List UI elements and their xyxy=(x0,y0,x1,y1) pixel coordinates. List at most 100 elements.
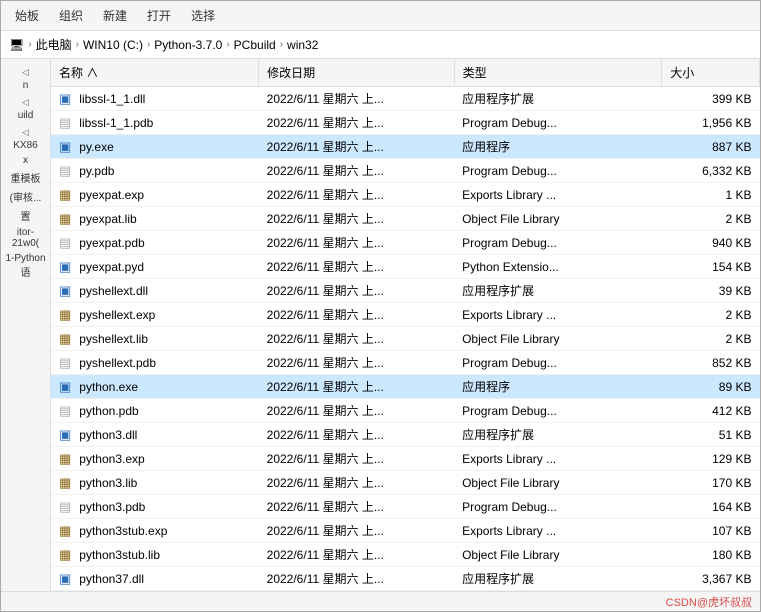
table-row[interactable]: ▦pyexpat.lib 2022/6/11 星期六 上... Object F… xyxy=(51,207,760,231)
file-name: py.pdb xyxy=(79,164,114,178)
file-size-cell: 107 KB xyxy=(662,519,760,543)
file-name: python3stub.lib xyxy=(79,548,160,562)
file-name-cell: ▣python3.dll xyxy=(51,423,259,447)
file-type-cell: Python Extensio... xyxy=(454,255,662,279)
file-type-icon: ▣ xyxy=(59,571,71,587)
file-explorer-window: 始板 组织 新建 打开 选择 🖥 › 此电脑 › WIN10 (C:) › Py… xyxy=(0,0,761,612)
file-list-container[interactable]: 名称 ∧ 修改日期 类型 大小 ▣libssl-1_1.dll 2022/6/1… xyxy=(51,59,760,591)
col-header-date[interactable]: 修改日期 xyxy=(259,59,454,87)
table-row[interactable]: ▦python3.lib 2022/6/11 星期六 上... Object F… xyxy=(51,471,760,495)
table-row[interactable]: ▤python3.pdb 2022/6/11 星期六 上... Program … xyxy=(51,495,760,519)
table-row[interactable]: ▣libssl-1_1.dll 2022/6/11 星期六 上... 应用程序扩… xyxy=(51,87,760,111)
file-icon-wrapper: ▤py.pdb xyxy=(59,163,114,179)
sidebar-item-6[interactable]: 置 xyxy=(1,206,50,225)
file-date-cell: 2022/6/11 星期六 上... xyxy=(259,303,454,327)
table-row[interactable]: ▤pyshellext.pdb 2022/6/11 星期六 上... Progr… xyxy=(51,351,760,375)
col-header-type[interactable]: 类型 xyxy=(454,59,662,87)
file-size-cell: 180 KB xyxy=(662,543,760,567)
content-area: ◁ n ◁ uild ◁ KX86 x 重模板 (审核... 置 xyxy=(1,59,760,591)
file-icon-wrapper: ▣libssl-1_1.dll xyxy=(59,91,145,107)
file-type-icon: ▣ xyxy=(59,379,71,395)
file-name: pyshellext.exp xyxy=(79,308,155,322)
file-type-cell: 应用程序扩展 xyxy=(454,567,662,591)
sidebar-arrow-0: ◁ xyxy=(5,65,46,80)
table-row[interactable]: ▣python.exe 2022/6/11 星期六 上... 应用程序 89 K… xyxy=(51,375,760,399)
file-date-cell: 2022/6/11 星期六 上... xyxy=(259,111,454,135)
file-type-cell: Program Debug... xyxy=(454,111,662,135)
file-name: pyshellext.pdb xyxy=(79,356,156,370)
table-row[interactable]: ▣py.exe 2022/6/11 星期六 上... 应用程序 887 KB xyxy=(51,135,760,159)
table-row[interactable]: ▣pyexpat.pyd 2022/6/11 星期六 上... Python E… xyxy=(51,255,760,279)
table-row[interactable]: ▦python3stub.lib 2022/6/11 星期六 上... Obje… xyxy=(51,543,760,567)
file-name: pyshellext.dll xyxy=(79,284,148,298)
file-icon-wrapper: ▣pyshellext.dll xyxy=(59,283,148,299)
table-row[interactable]: ▣pyshellext.dll 2022/6/11 星期六 上... 应用程序扩… xyxy=(51,279,760,303)
file-name: pyexpat.lib xyxy=(79,212,136,226)
file-type-icon: ▣ xyxy=(59,259,71,275)
sidebar-item-0[interactable]: ◁ n xyxy=(1,63,50,93)
file-date-cell: 2022/6/11 星期六 上... xyxy=(259,327,454,351)
sidebar-item-5[interactable]: (审核... xyxy=(1,187,50,206)
file-type-icon: ▤ xyxy=(59,355,71,371)
file-type-icon: ▤ xyxy=(59,499,71,515)
file-size-cell: 1 KB xyxy=(662,183,760,207)
file-icon-wrapper: ▤ python.pdb xyxy=(59,403,139,419)
file-size-cell: 1,956 KB xyxy=(662,111,760,135)
table-row[interactable]: ▦python3.exp 2022/6/11 星期六 上... Exports … xyxy=(51,447,760,471)
file-size-cell: 164 KB xyxy=(662,495,760,519)
toolbar-btn-organize[interactable]: 组织 xyxy=(53,5,89,26)
file-date-cell: 2022/6/11 星期六 上... xyxy=(259,351,454,375)
table-row[interactable]: ▣python3.dll 2022/6/11 星期六 上... 应用程序扩展 5… xyxy=(51,423,760,447)
table-row[interactable]: ▦pyshellext.exp 2022/6/11 星期六 上... Expor… xyxy=(51,303,760,327)
table-row[interactable]: ▤py.pdb 2022/6/11 星期六 上... Program Debug… xyxy=(51,159,760,183)
sidebar-item-8[interactable]: 1-Python语 xyxy=(1,251,50,281)
file-type-cell: Exports Library ... xyxy=(454,183,662,207)
file-size-cell: 6,332 KB xyxy=(662,159,760,183)
toolbar-btn-open[interactable]: 打开 xyxy=(141,5,177,26)
file-type-icon: ▦ xyxy=(59,523,71,539)
file-size-cell: 2 KB xyxy=(662,207,760,231)
col-header-size[interactable]: 大小 xyxy=(662,59,760,87)
table-row[interactable]: ▦pyshellext.lib 2022/6/11 星期六 上... Objec… xyxy=(51,327,760,351)
file-size-cell: 852 KB xyxy=(662,351,760,375)
toolbar-btn-start[interactable]: 始板 xyxy=(9,5,45,26)
toolbar-btn-new[interactable]: 新建 xyxy=(97,5,133,26)
file-name-cell: ▦pyexpat.lib xyxy=(51,207,259,231)
sidebar-item-7[interactable]: itor-21w0( xyxy=(1,225,50,251)
file-type-cell: Object File Library xyxy=(454,471,662,495)
file-name: python37.dll xyxy=(79,572,144,586)
file-type-cell: Program Debug... xyxy=(454,399,662,423)
breadcrumb-drive[interactable]: WIN10 (C:) xyxy=(83,38,143,52)
table-row[interactable]: ▦python3stub.exp 2022/6/11 星期六 上... Expo… xyxy=(51,519,760,543)
breadcrumb-thispc[interactable]: 此电脑 xyxy=(36,36,72,53)
table-row[interactable]: ▤pyexpat.pdb 2022/6/11 星期六 上... Program … xyxy=(51,231,760,255)
table-row[interactable]: ▤libssl-1_1.pdb 2022/6/11 星期六 上... Progr… xyxy=(51,111,760,135)
bottom-bar: CSDN@虎坏叔叔 xyxy=(1,591,760,611)
toolbar-btn-select[interactable]: 选择 xyxy=(185,5,221,26)
file-icon-wrapper: ▦python3stub.lib xyxy=(59,547,160,563)
toolbar: 始板 组织 新建 打开 选择 xyxy=(1,1,760,31)
file-type-cell: Object File Library xyxy=(454,543,662,567)
file-icon-wrapper: ▦pyshellext.lib xyxy=(59,331,148,347)
col-header-name[interactable]: 名称 ∧ xyxy=(51,59,259,87)
file-name-cell: ▣pyexpat.pyd xyxy=(51,255,259,279)
file-type-icon: ▦ xyxy=(59,187,71,203)
file-table: 名称 ∧ 修改日期 类型 大小 ▣libssl-1_1.dll 2022/6/1… xyxy=(51,59,760,591)
file-type-icon: ▣ xyxy=(59,91,71,107)
file-name: pyexpat.pdb xyxy=(79,236,144,250)
breadcrumb-pcbuild[interactable]: PCbuild xyxy=(234,38,276,52)
file-type-icon: ▤ xyxy=(59,403,71,419)
file-name-cell: ▦python3stub.lib xyxy=(51,543,259,567)
file-name: python.pdb xyxy=(79,404,138,418)
sidebar-item-3[interactable]: x xyxy=(1,153,50,168)
sidebar-arrow-1: ◁ xyxy=(5,95,46,110)
sidebar-item-4[interactable]: 重模板 xyxy=(1,168,50,187)
file-date-cell: 2022/6/11 星期六 上... xyxy=(259,231,454,255)
sidebar-item-1[interactable]: ◁ uild xyxy=(1,93,50,123)
sidebar-item-2[interactable]: ◁ KX86 xyxy=(1,123,50,153)
breadcrumb-python[interactable]: Python-3.7.0 xyxy=(154,38,222,52)
table-row[interactable]: ▦pyexpat.exp 2022/6/11 星期六 上... Exports … xyxy=(51,183,760,207)
table-row[interactable]: ▤python.pdb 2022/6/11 星期六 上... Program D… xyxy=(51,399,760,423)
table-row[interactable]: ▣python37.dll 2022/6/11 星期六 上... 应用程序扩展 … xyxy=(51,567,760,591)
file-icon-wrapper: ▤python3.pdb xyxy=(59,499,145,515)
